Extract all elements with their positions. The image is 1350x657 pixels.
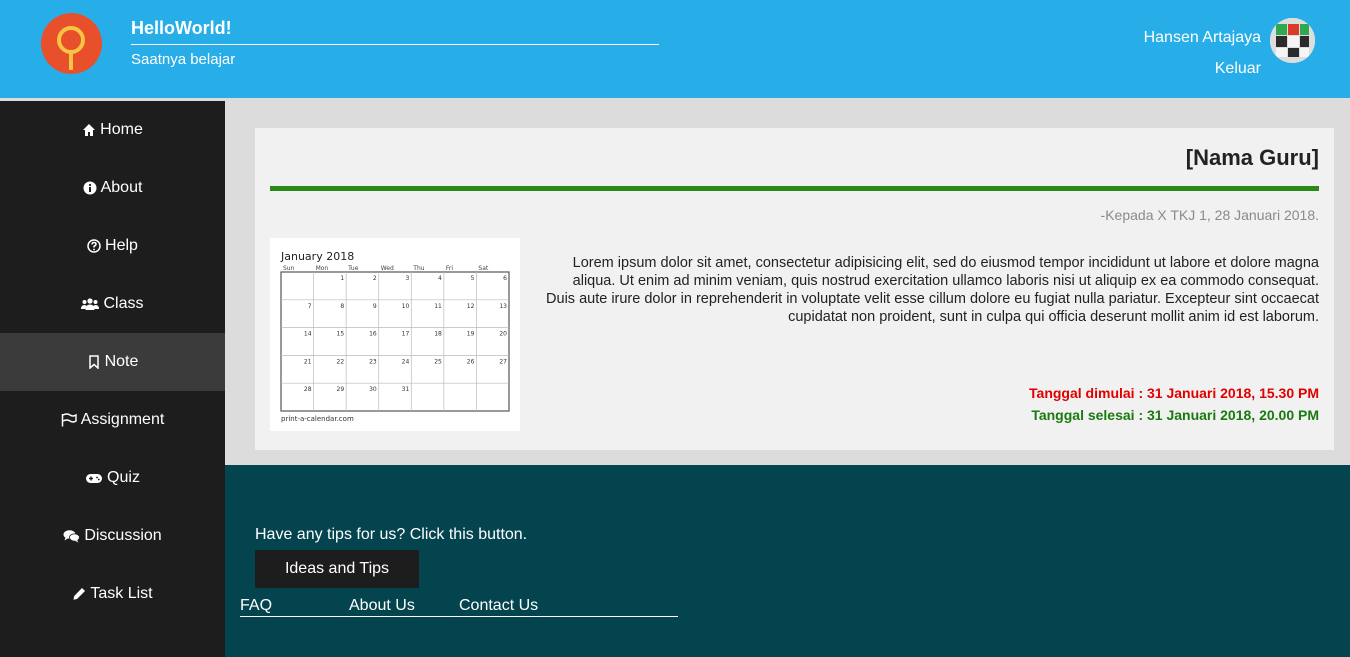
sidebar-nav: Home About Help Class Note Assignment Qu… [0, 101, 225, 657]
sidebar-item-label: Class [103, 295, 144, 312]
calendar-footer: print-a-calendar.com [281, 415, 354, 423]
calendar-day: 22 [337, 358, 345, 365]
user-name[interactable]: Hansen Artajaya [1144, 29, 1261, 47]
calendar-day: 30 [369, 386, 377, 393]
calendar-weekday: Wed [381, 265, 394, 272]
brand-subtitle: Saatnya belajar [131, 51, 236, 68]
calendar-day: 9 [373, 303, 377, 310]
sidebar-item-class[interactable]: Class [0, 275, 225, 333]
calendar-day: 7 [308, 303, 312, 310]
footer-link-contact[interactable]: Contact Us [459, 597, 538, 615]
calendar-day: 11 [434, 303, 442, 310]
sidebar-item-note[interactable]: Note [0, 333, 225, 391]
calendar-day: 27 [499, 358, 507, 365]
top-header: HelloWorld! Saatnya belajar Hansen Artaj… [0, 0, 1350, 98]
footer-link-about[interactable]: About Us [349, 597, 415, 615]
calendar-weekday: Fri [446, 265, 453, 272]
calendar-day: 14 [304, 331, 312, 338]
sidebar-item-label: Assignment [80, 411, 165, 428]
flag-icon [61, 413, 77, 427]
calendar-day: 16 [369, 331, 377, 338]
help-icon [87, 239, 101, 253]
sidebar-item-about[interactable]: About [0, 159, 225, 217]
sidebar-item-label: Help [105, 237, 138, 254]
tips-prompt: Have any tips for us? Click this button. [255, 526, 528, 543]
calendar-day: 1 [340, 275, 344, 282]
calendar-day: 20 [499, 331, 507, 338]
title-divider [270, 186, 1319, 191]
calendar-day: 12 [467, 303, 475, 310]
calendar-day: 2 [373, 275, 377, 282]
logout-link[interactable]: Keluar [1215, 60, 1261, 78]
calendar-day: 24 [402, 358, 410, 365]
info-icon [83, 181, 97, 195]
note-body: Lorem ipsum dolor sit amet, consectetur … [546, 255, 1319, 325]
sidebar-item-quiz[interactable]: Quiz [0, 449, 225, 507]
calendar-day: 8 [340, 303, 344, 310]
end-date: Tanggal selesai : 31 Januari 2018, 20.00… [1031, 407, 1319, 423]
sidebar-item-label: About [100, 179, 143, 196]
calendar-weekday: Thu [412, 265, 424, 272]
pencil-icon [73, 588, 86, 600]
note-card: [Nama Guru] -Kepada X TKJ 1, 28 Januari … [255, 128, 1334, 450]
calendar-weekday: Mon [316, 265, 329, 272]
calendar-day: 4 [438, 275, 442, 282]
calendar-day: 19 [467, 331, 475, 338]
calendar-day: 18 [434, 331, 442, 338]
calendar-weekday: Tue [347, 265, 359, 272]
page-footer: Have any tips for us? Click this button.… [225, 465, 1350, 657]
sidebar-item-label: Task List [90, 585, 153, 602]
sidebar-item-home[interactable]: Home [0, 101, 225, 159]
brand-title[interactable]: HelloWorld! [131, 18, 232, 39]
brand-divider [131, 44, 659, 45]
calendar-day: 21 [304, 358, 312, 365]
search-logo-icon[interactable] [41, 13, 102, 74]
calendar-weekday: Sun [283, 265, 295, 272]
avatar[interactable] [1270, 18, 1315, 63]
sidebar-item-label: Quiz [107, 469, 140, 486]
calendar-image: January 2018 Sun Mon Tue Wed Thu Fri Sat 12345… [270, 238, 520, 431]
bookmark-icon [88, 355, 99, 369]
home-icon [83, 124, 96, 136]
calendar-day: 25 [434, 358, 442, 365]
ideas-tips-button[interactable]: Ideas and Tips [255, 550, 419, 588]
calendar-weekday: Sat [478, 265, 488, 272]
calendar-day: 26 [467, 358, 475, 365]
footer-link-faq[interactable]: FAQ [240, 597, 272, 615]
sidebar-item-discussion[interactable]: Discussion [0, 507, 225, 565]
footer-links: FAQ About Us Contact Us [240, 596, 678, 617]
calendar-day: 29 [337, 386, 345, 393]
sidebar-item-task-list[interactable]: Task List [0, 565, 225, 623]
sidebar-item-label: Home [100, 121, 143, 138]
calendar-day: 6 [503, 275, 507, 282]
sidebar-item-label: Note [104, 353, 139, 370]
start-date: Tanggal dimulai : 31 Januari 2018, 15.30… [1029, 385, 1319, 401]
sidebar-item-help[interactable]: Help [0, 217, 225, 275]
sidebar-item-label: Discussion [84, 527, 162, 544]
gamepad-icon [86, 474, 103, 483]
calendar-day: 23 [369, 358, 377, 365]
calendar-day: 10 [402, 303, 410, 310]
sidebar-item-assignment[interactable]: Assignment [0, 391, 225, 449]
calendar-day: 31 [402, 386, 410, 393]
comments-icon [63, 530, 81, 543]
calendar-day: 13 [499, 303, 507, 310]
calendar-day: 28 [304, 386, 312, 393]
note-title: [Nama Guru] [1185, 145, 1319, 170]
calendar-day: 15 [337, 331, 345, 338]
calendar-day: 5 [471, 275, 475, 282]
calendar-day: 3 [405, 275, 409, 282]
note-meta: -Kepada X TKJ 1, 28 Januari 2018. [1100, 207, 1319, 223]
calendar-day: 17 [402, 331, 410, 338]
calendar-month: January 2018 [280, 250, 354, 263]
users-icon [81, 298, 100, 310]
